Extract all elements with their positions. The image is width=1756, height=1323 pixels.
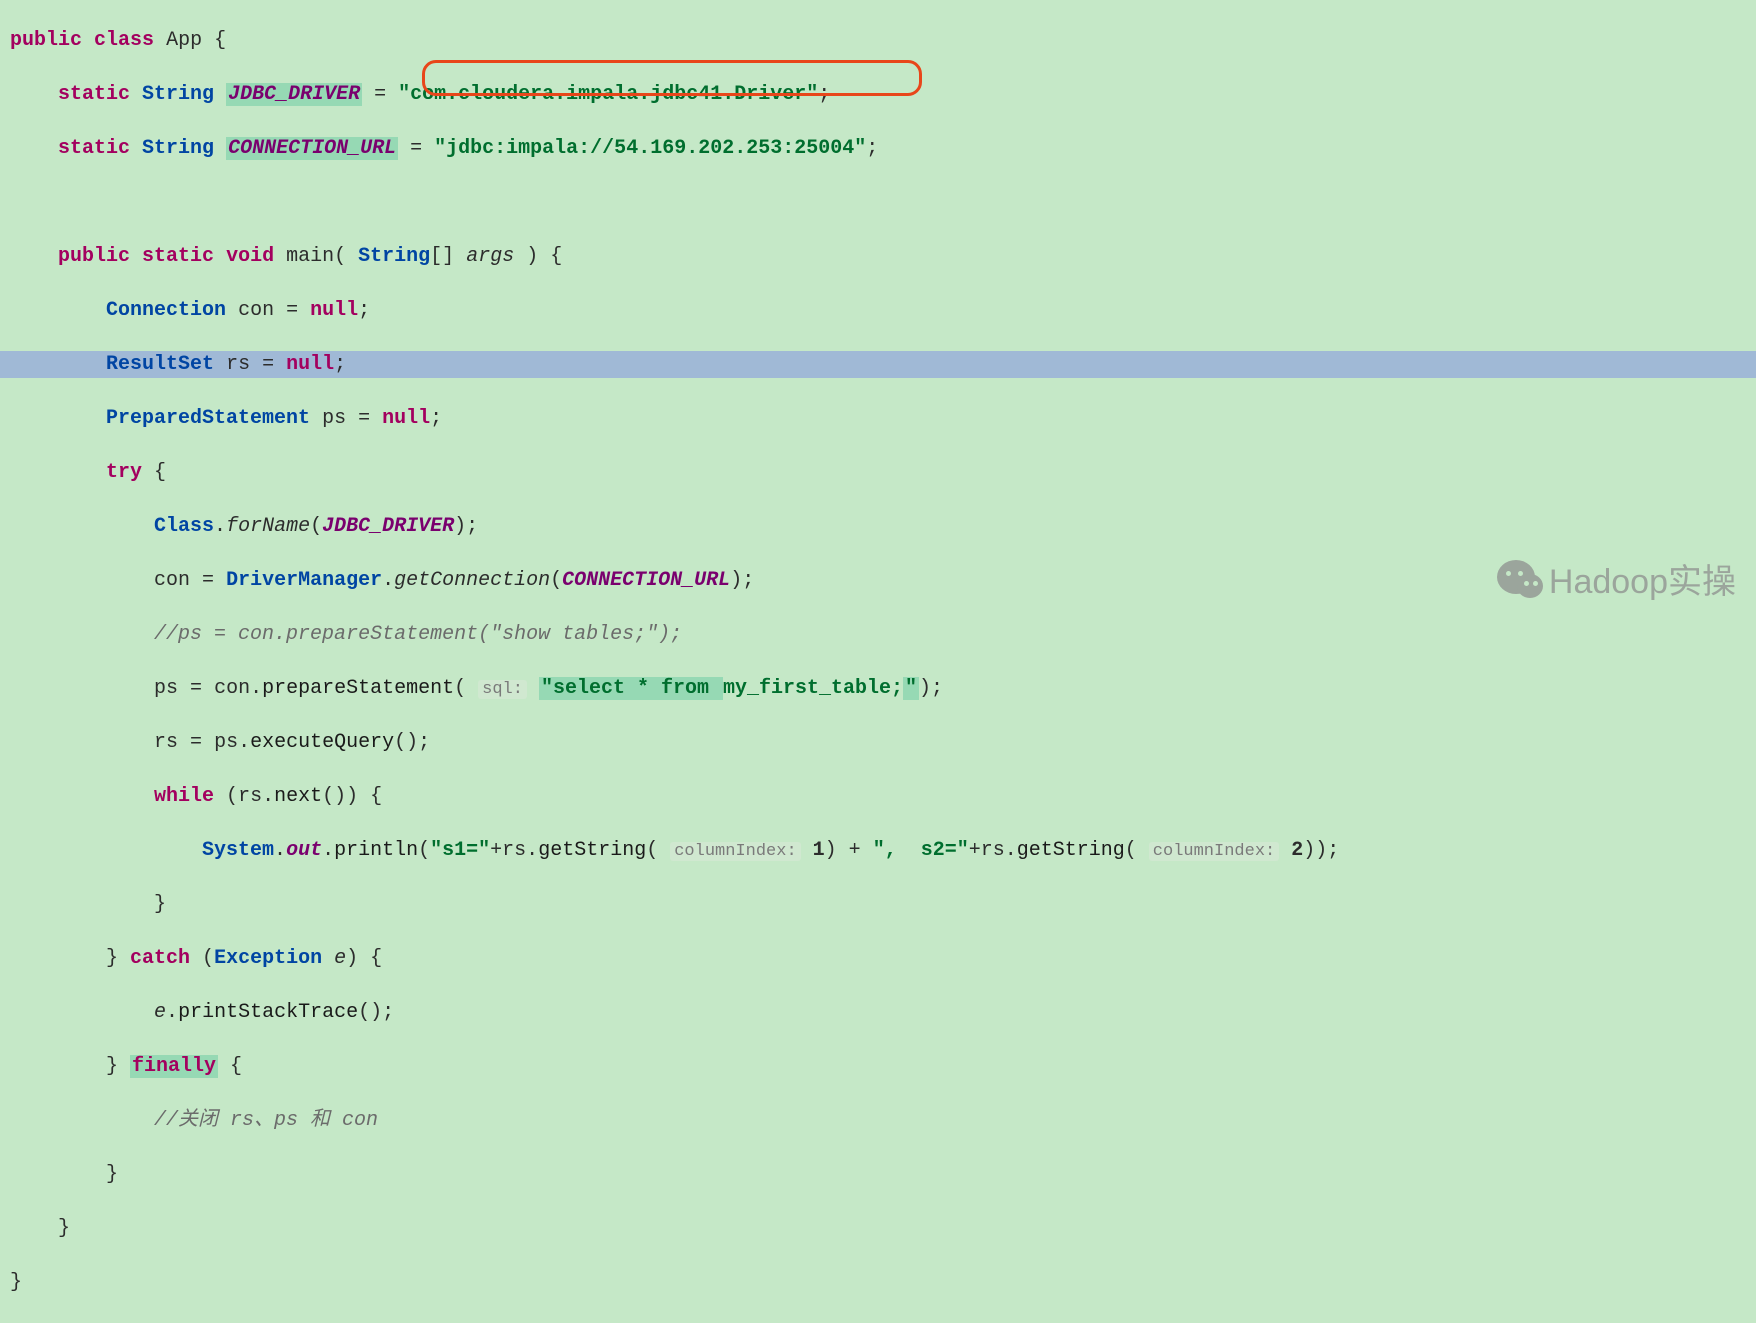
code-line: rs = ps.executeQuery();	[0, 729, 1756, 756]
code-line: }	[0, 1269, 1756, 1296]
code-line: e.printStackTrace();	[0, 999, 1756, 1026]
code-editor[interactable]: public class App { static String JDBC_DR…	[0, 0, 1756, 1323]
code-line: con = DriverManager.getConnection(CONNEC…	[0, 567, 1756, 594]
code-line: }	[0, 1161, 1756, 1188]
code-line-blank	[0, 189, 1756, 216]
code-line: //ps = con.prepareStatement("show tables…	[0, 621, 1756, 648]
code-line: } catch (Exception e) {	[0, 945, 1756, 972]
code-line: static String CONNECTION_URL = "jdbc:imp…	[0, 135, 1756, 162]
code-line: try {	[0, 459, 1756, 486]
code-line: while (rs.next()) {	[0, 783, 1756, 810]
watermark-text: Hadoop实操	[1549, 569, 1736, 596]
code-line: } finally {	[0, 1053, 1756, 1080]
code-line: public static void main( String[] args )…	[0, 243, 1756, 270]
code-line: PreparedStatement ps = null;	[0, 405, 1756, 432]
code-line: ps = con.prepareStatement( sql: "select …	[0, 675, 1756, 702]
wechat-icon	[1497, 560, 1541, 604]
code-line-current: ResultSet rs = null;	[0, 351, 1756, 378]
code-line: System.out.println("s1="+rs.getString( c…	[0, 837, 1756, 864]
code-line: }	[0, 891, 1756, 918]
code-line: Connection con = null;	[0, 297, 1756, 324]
code-line: public class App {	[0, 27, 1756, 54]
code-line: //关闭 rs、ps 和 con	[0, 1107, 1756, 1134]
code-line: }	[0, 1215, 1756, 1242]
watermark: Hadoop实操	[1497, 560, 1736, 604]
code-line: Class.forName(JDBC_DRIVER);	[0, 513, 1756, 540]
code-line: static String JDBC_DRIVER = "com.clouder…	[0, 81, 1756, 108]
